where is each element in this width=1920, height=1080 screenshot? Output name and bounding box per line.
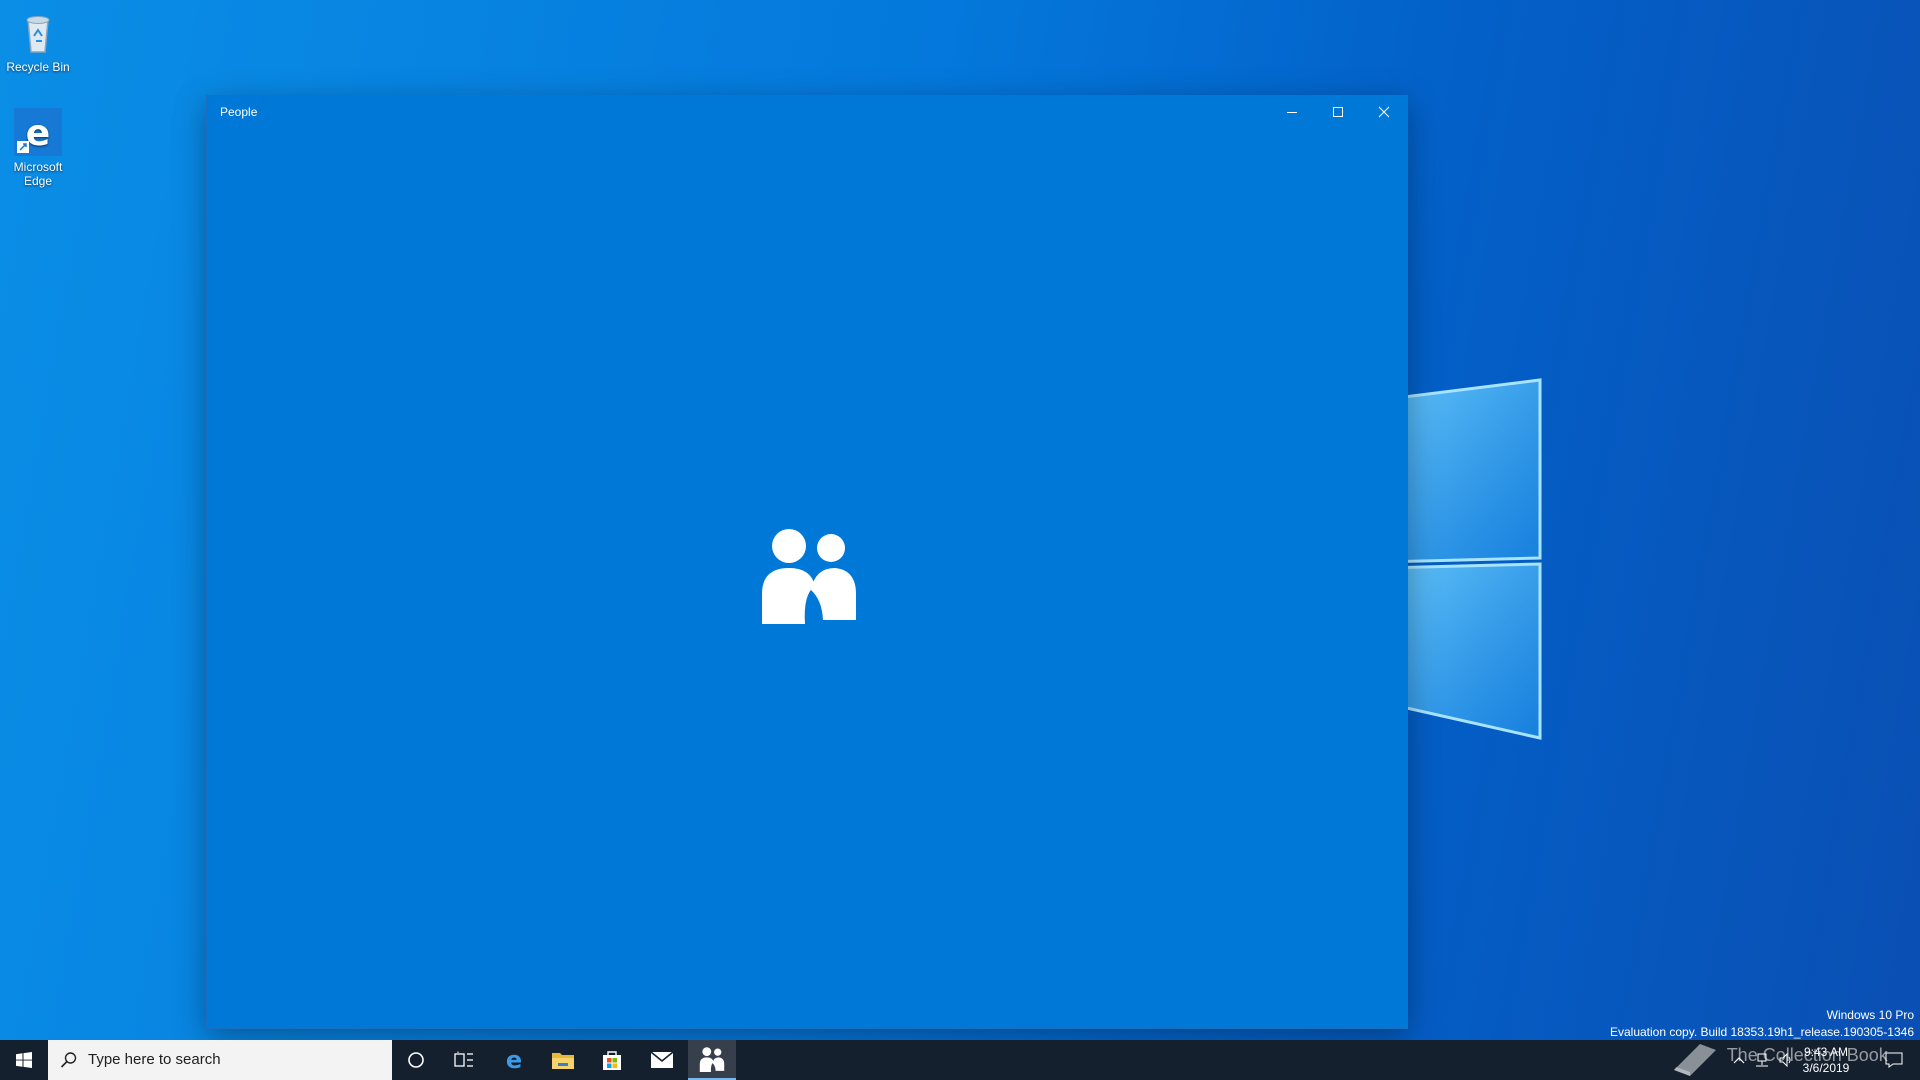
task-view-button[interactable] <box>440 1040 488 1080</box>
close-icon <box>1378 106 1390 118</box>
close-button[interactable] <box>1361 96 1407 128</box>
start-button[interactable] <box>0 1040 48 1080</box>
mail-icon <box>650 1051 674 1068</box>
collection-book-overlay: The Collection Book <box>1670 1036 1888 1076</box>
edge-icon: e <box>14 108 62 156</box>
windows-start-icon <box>16 1052 32 1068</box>
window-title: People <box>220 105 258 119</box>
book-logo-icon <box>1674 1044 1716 1076</box>
edge-icon: e <box>506 1048 522 1072</box>
taskbar-people-button[interactable] <box>688 1040 736 1080</box>
svg-text:e: e <box>26 113 50 154</box>
desktop-icon-microsoft-edge[interactable]: e Microsoft Edge <box>0 108 76 188</box>
people-icon <box>699 1047 725 1072</box>
taskbar-edge-button[interactable]: e <box>490 1040 538 1080</box>
minimize-icon <box>1287 112 1297 113</box>
cortana-button[interactable] <box>392 1040 440 1080</box>
desktop-icon-label: Recycle Bin <box>6 60 70 74</box>
store-icon <box>603 1051 621 1070</box>
taskbar: Type here to search e 9:43 AM 3/6/2019 <box>0 1040 1920 1080</box>
svg-text:e: e <box>506 1048 522 1072</box>
recycle-bin-icon <box>14 8 62 56</box>
collection-book-text: The Collection Book <box>1726 1044 1888 1065</box>
desktop: Recycle Bin e Microsoft Edge People Wind… <box>0 0 1920 1080</box>
windows-wallpaper-logo <box>1320 340 1680 785</box>
cortana-circle-icon <box>408 1052 424 1068</box>
watermark-edition: Windows 10 Pro <box>1826 1008 1914 1022</box>
minimize-button[interactable] <box>1269 96 1315 128</box>
search-placeholder: Type here to search <box>88 1051 221 1068</box>
search-icon <box>60 1051 78 1073</box>
taskbar-mail-button[interactable] <box>638 1040 686 1080</box>
people-splash-icon <box>759 528 859 633</box>
maximize-icon <box>1333 107 1343 117</box>
taskbar-file-explorer-button[interactable] <box>539 1040 587 1080</box>
people-app-window: People <box>207 96 1407 1028</box>
search-input[interactable]: Type here to search <box>48 1040 392 1080</box>
desktop-icon-recycle-bin[interactable]: Recycle Bin <box>0 8 76 74</box>
task-view-icon <box>454 1051 473 1067</box>
desktop-icon-label: Microsoft Edge <box>13 160 63 188</box>
maximize-button[interactable] <box>1315 96 1361 128</box>
taskbar-store-button[interactable] <box>588 1040 636 1080</box>
title-bar[interactable]: People <box>207 96 1407 128</box>
folder-icon <box>552 1053 574 1069</box>
